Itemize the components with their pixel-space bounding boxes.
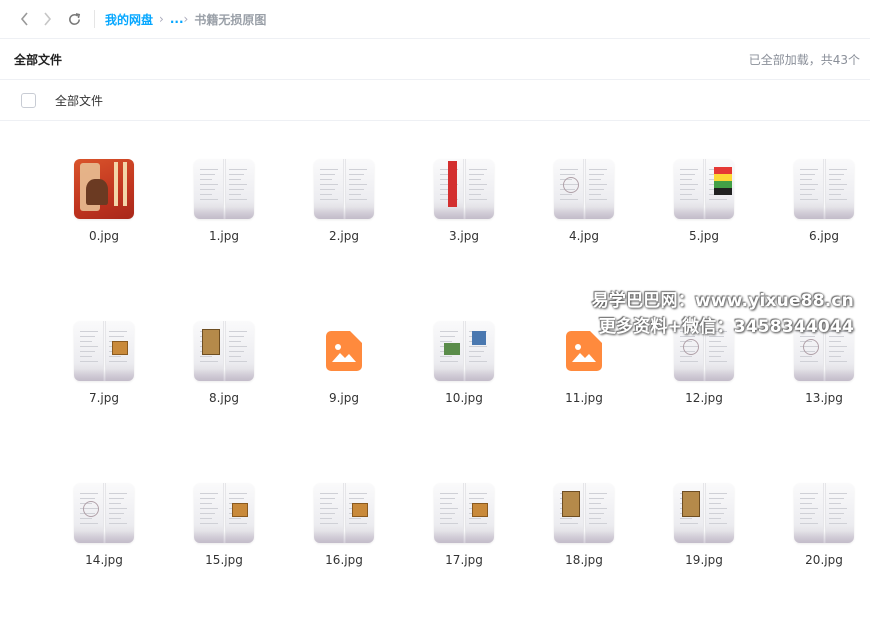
file-thumbnail xyxy=(794,483,854,543)
page-title: 全部文件 xyxy=(14,52,63,67)
file-item[interactable]: 8.jpg xyxy=(164,321,284,406)
file-name: 13.jpg xyxy=(805,391,843,405)
file-thumbnail xyxy=(434,159,494,219)
breadcrumb-root[interactable]: 我的网盘 xyxy=(105,11,153,28)
file-thumbnail xyxy=(74,159,134,219)
file-grid: 0.jpg 1.jpg 2.jpg 3.jpg 4.jpg 5.jpg 6.jpg 7.jpg… xyxy=(44,151,870,619)
refresh-icon xyxy=(68,12,80,25)
file-name: 1.jpg xyxy=(208,229,240,243)
file-name: 10.jpg xyxy=(445,391,483,405)
file-name: 17.jpg xyxy=(445,553,483,567)
file-thumbnail xyxy=(74,321,134,381)
refresh-button[interactable] xyxy=(62,8,86,30)
breadcrumb-separator-icon: › xyxy=(159,12,164,26)
file-item[interactable]: 3.jpg xyxy=(404,159,524,244)
toolbar-divider xyxy=(94,10,95,28)
file-thumbnail xyxy=(434,483,494,543)
breadcrumb: 我的网盘 › ... › 书籍无损原图 xyxy=(105,11,266,28)
file-item[interactable]: 4.jpg xyxy=(524,159,644,244)
file-name: 9.jpg xyxy=(328,391,360,405)
file-thumbnail xyxy=(194,321,254,381)
breadcrumb-ellipsis[interactable]: ... xyxy=(170,12,184,26)
file-name: 20.jpg xyxy=(805,553,843,567)
image-file-icon xyxy=(314,321,374,381)
file-thumbnail xyxy=(314,483,374,543)
file-item[interactable]: 2.jpg xyxy=(284,159,404,244)
toolbar: 我的网盘 › ... › 书籍无损原图 xyxy=(0,0,870,39)
file-item[interactable]: 5.jpg xyxy=(644,159,764,244)
file-item[interactable]: 14.jpg xyxy=(44,483,164,568)
file-thumbnail xyxy=(434,321,494,381)
file-name: 8.jpg xyxy=(208,391,240,405)
file-name: 7.jpg xyxy=(88,391,120,405)
forward-button[interactable] xyxy=(36,8,58,30)
file-name: 6.jpg xyxy=(808,229,840,243)
file-name: 12.jpg xyxy=(685,391,723,405)
file-item[interactable]: 18.jpg xyxy=(524,483,644,568)
file-item[interactable]: 17.jpg xyxy=(404,483,524,568)
file-item[interactable]: 0.jpg xyxy=(44,159,164,244)
file-thumbnail xyxy=(194,483,254,543)
watermark-line-2: 更多资料+微信：3458344044 xyxy=(598,317,854,337)
file-item[interactable]: 20.jpg xyxy=(764,483,870,568)
chevron-left-icon xyxy=(20,12,28,26)
file-item[interactable]: 10.jpg xyxy=(404,321,524,406)
breadcrumb-current: 书籍无损原图 xyxy=(194,12,267,27)
file-item[interactable]: 9.jpg xyxy=(284,321,404,406)
file-thumbnail xyxy=(554,483,614,543)
file-thumbnail xyxy=(674,159,734,219)
file-thumbnail xyxy=(554,159,614,219)
load-status: 已全部加载，共43个 xyxy=(748,52,860,67)
file-item[interactable]: 15.jpg xyxy=(164,483,284,568)
file-item[interactable]: 1.jpg xyxy=(164,159,284,244)
file-item[interactable]: 16.jpg xyxy=(284,483,404,568)
file-thumbnail xyxy=(194,159,254,219)
file-name: 4.jpg xyxy=(568,229,600,243)
file-item[interactable]: 7.jpg xyxy=(44,321,164,406)
file-name: 11.jpg xyxy=(565,391,603,405)
back-button[interactable] xyxy=(14,8,36,30)
file-name: 15.jpg xyxy=(205,553,243,567)
file-thumbnail xyxy=(794,159,854,219)
select-all-label: 全部文件 xyxy=(55,93,104,108)
file-name: 2.jpg xyxy=(328,229,360,243)
file-name: 3.jpg xyxy=(448,229,480,243)
file-thumbnail xyxy=(674,483,734,543)
file-item[interactable]: 6.jpg xyxy=(764,159,870,244)
file-thumbnail xyxy=(74,483,134,543)
file-name: 19.jpg xyxy=(685,553,723,567)
file-name: 16.jpg xyxy=(325,553,363,567)
file-name: 18.jpg xyxy=(565,553,603,567)
select-all-checkbox[interactable] xyxy=(21,92,36,108)
list-header: 全部文件 已全部加载，共43个 xyxy=(0,39,870,80)
file-thumbnail xyxy=(314,159,374,219)
file-name: 5.jpg xyxy=(688,229,720,243)
breadcrumb-separator-icon: › xyxy=(183,12,189,26)
file-name: 14.jpg xyxy=(85,553,123,567)
file-item[interactable]: 19.jpg xyxy=(644,483,764,568)
chevron-right-icon xyxy=(44,12,52,26)
watermark-line-1: 易学巴巴网：www.yixue88.cn xyxy=(591,291,854,311)
select-bar: 全部文件 xyxy=(0,80,870,121)
file-name: 0.jpg xyxy=(88,229,120,243)
